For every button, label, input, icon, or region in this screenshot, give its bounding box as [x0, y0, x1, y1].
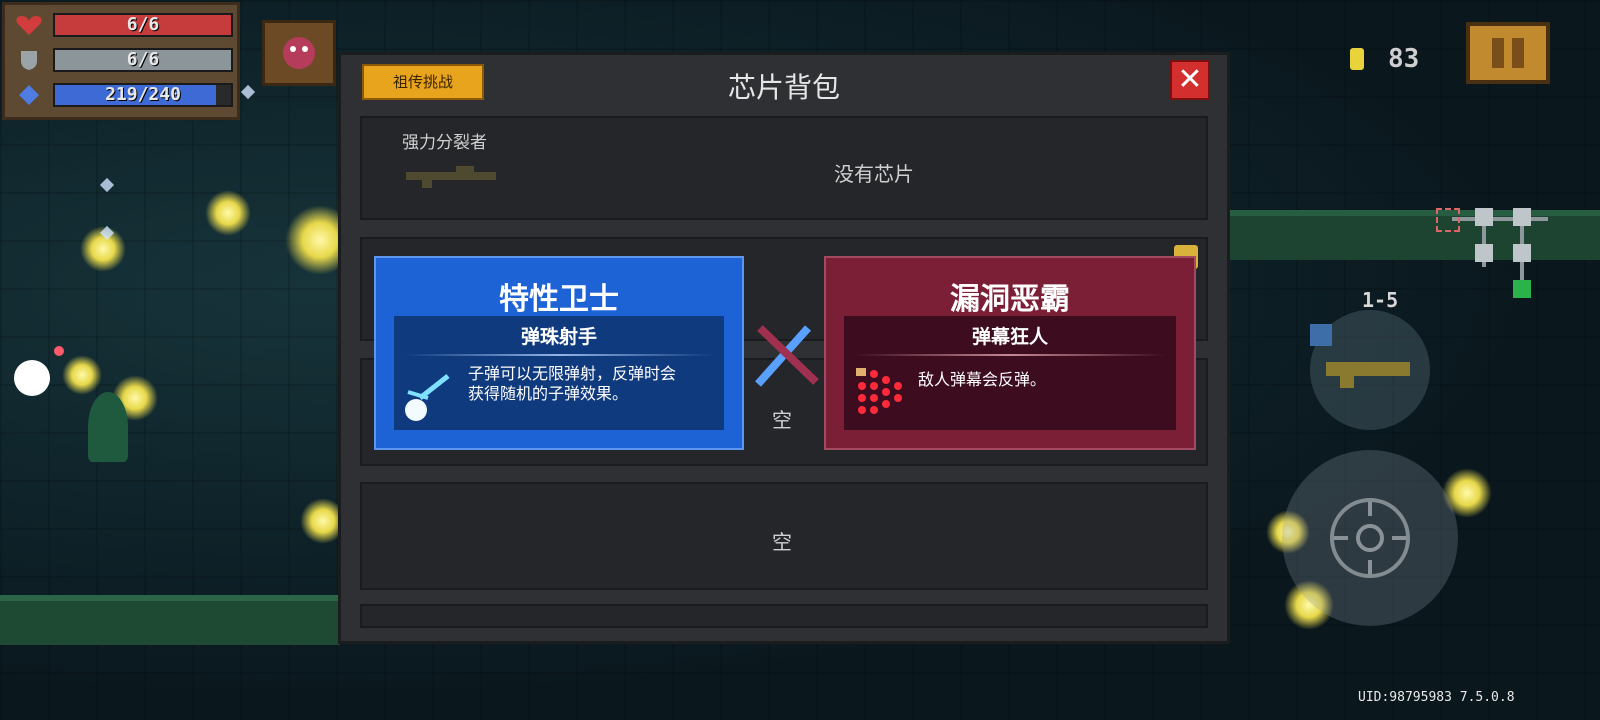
- armor-value: 6/6: [126, 49, 160, 70]
- chip-slot[interactable]: [360, 604, 1208, 628]
- crosshair-icon: [1330, 498, 1410, 578]
- current-room: [1436, 208, 1460, 232]
- chip-description: 敌人弹幕会反弹。: [918, 370, 1047, 389]
- energy-value: 219/240: [105, 84, 181, 105]
- player-marker: [14, 360, 50, 396]
- pause-button[interactable]: [1466, 22, 1550, 84]
- aim-joystick[interactable]: [1282, 450, 1458, 626]
- weapon-switch-button[interactable]: [1310, 310, 1430, 430]
- coin-icon: [1350, 48, 1364, 70]
- trait-guard-card[interactable]: 特性卫士 弹珠射手 子弹可以无限弹射，反弹时会获得随机的子弹效果。: [374, 256, 744, 450]
- character-skill-button[interactable]: [262, 20, 336, 86]
- card-body: 弹珠射手 子弹可以无限弹射，反弹时会获得随机的子弹效果。: [394, 316, 724, 430]
- card-title: 特性卫士: [499, 282, 619, 317]
- armor-bar: 6/6: [11, 46, 235, 74]
- armor-track: 6/6: [53, 48, 233, 72]
- divider: [854, 354, 1166, 356]
- chip-name: 弹幕狂人: [971, 326, 1048, 348]
- energy-diamond-icon: [15, 84, 43, 106]
- map-room: [1475, 208, 1493, 226]
- uid-label: UID:98795983 7.5.0.8: [1358, 690, 1515, 705]
- energy-bar: 219/240: [11, 81, 235, 109]
- chip-description: 子弹可以无限弹射，反弹时会获得随机的子弹效果。: [468, 364, 677, 403]
- heart-icon: [15, 14, 43, 36]
- bush: [88, 392, 128, 462]
- bouncing-bullet-icon: [402, 368, 454, 428]
- map-room: [1513, 244, 1531, 262]
- close-button[interactable]: ✕: [1170, 60, 1210, 100]
- bug-bully-card[interactable]: 漏洞恶霸 弹幕狂人 敌人弹幕会反弹。: [824, 256, 1196, 450]
- chip-slot[interactable]: 强力分裂者 没有芯片: [360, 116, 1208, 220]
- chip-slot[interactable]: 空: [360, 482, 1208, 590]
- weapon-name: 强力分裂者: [402, 133, 487, 153]
- wall-left: [0, 595, 340, 645]
- card-title: 漏洞恶霸: [950, 282, 1070, 317]
- legendary-challenge-button[interactable]: 祖传挑战: [362, 64, 484, 100]
- slot-status: 没有芯片: [834, 162, 914, 186]
- health-value: 6/6: [126, 14, 160, 35]
- map-room: [1475, 244, 1493, 262]
- panel-title: 芯片背包: [727, 71, 840, 104]
- chip-name: 弹珠射手: [520, 326, 597, 348]
- slot-status: 空: [772, 408, 792, 432]
- status-panel: 6/6 6/6 219/240: [2, 2, 240, 120]
- light-orb: [205, 190, 251, 236]
- pause-icon-bar: [1492, 38, 1504, 68]
- card-body: 弹幕狂人 敌人弹幕会反弹。: [844, 316, 1176, 430]
- enemy-dot: [54, 346, 64, 356]
- divider: [404, 354, 714, 356]
- coin-count: 83: [1388, 44, 1420, 74]
- slot-status: 空: [772, 530, 792, 554]
- health-track: 6/6: [53, 13, 233, 37]
- crossed-swords-icon: [750, 318, 824, 392]
- energy-track: 219/240: [53, 83, 233, 107]
- map-room: [1513, 208, 1531, 226]
- gun-icon: [406, 164, 498, 192]
- health-bar: 6/6: [11, 11, 235, 39]
- level-indicator: 1-5: [1362, 288, 1399, 312]
- minimap[interactable]: [1430, 200, 1570, 300]
- exit-room: [1513, 280, 1531, 298]
- shield-icon: [15, 49, 43, 71]
- pause-icon-bar: [1512, 38, 1524, 68]
- bullet-barrage-icon: [854, 366, 906, 426]
- light-orb: [62, 355, 102, 395]
